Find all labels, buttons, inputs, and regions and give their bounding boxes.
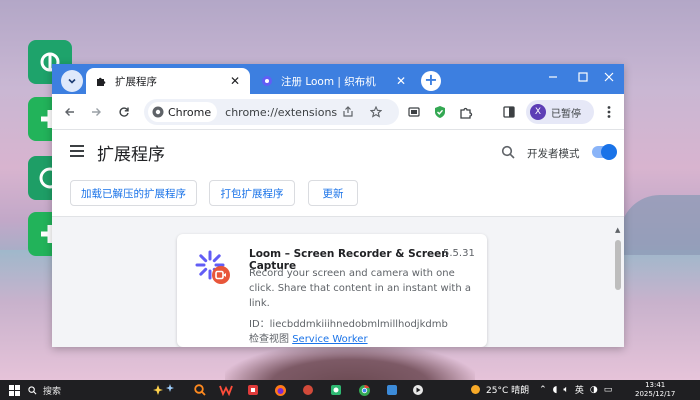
tab-bar: 扩展程序 ✕ 注册 Loom | 织布机 ✕ + — [52, 64, 624, 94]
chrome-icon[interactable] — [356, 382, 372, 398]
inspect-views-label: 检查视图 — [249, 334, 289, 345]
windows-start-icon[interactable] — [6, 382, 22, 398]
profile-button[interactable]: X 已暂停 — [526, 100, 594, 124]
weather-sun-icon — [471, 385, 480, 394]
toggle-knob — [601, 144, 617, 160]
app-icon[interactable] — [245, 382, 261, 398]
app-icon[interactable] — [410, 382, 426, 398]
tab-title: 扩展程序 — [115, 75, 157, 88]
tab-title: 注册 Loom | 织布机 — [281, 75, 376, 88]
system-tray: 25°C 晴朗 ⌃ ◖ 🔈︎ 英 ◑ ▭ — [470, 383, 612, 396]
inspect-views: 检查视图 Service Worker — [249, 330, 368, 345]
clock-date: 2025/12/17 — [635, 390, 676, 398]
side-panel-icon[interactable] — [500, 103, 518, 121]
more-menu-icon[interactable] — [600, 103, 618, 121]
ime-mode-icon[interactable]: ◑ — [590, 385, 598, 395]
wallpaper-hill — [620, 195, 700, 255]
loom-logo-icon — [195, 250, 230, 284]
maximize-icon — [578, 72, 588, 82]
search-icon — [28, 385, 37, 394]
service-worker-link[interactable]: Service Worker — [292, 334, 367, 345]
extension-card: Loom – Screen Recorder & Screen Capture … — [177, 234, 487, 347]
close-icon[interactable]: ✕ — [394, 74, 408, 88]
tab-search-button[interactable] — [61, 70, 83, 92]
minimize-button[interactable] — [538, 66, 568, 88]
puzzle-icon — [94, 74, 108, 88]
extension-id: ID：liecbddmkiiihnedobmlmillhodjkdmb — [249, 319, 448, 330]
site-chip-label: Chrome — [168, 105, 212, 119]
arrow-right-icon — [92, 108, 101, 116]
battery-icon[interactable]: ▭ — [604, 385, 613, 395]
taskbar-search-label: 搜索 — [43, 386, 62, 397]
minimize-icon — [549, 76, 557, 78]
close-icon[interactable]: ✕ — [228, 74, 242, 88]
site-chip[interactable]: Chrome — [148, 102, 218, 122]
weather-text[interactable]: 25°C 晴朗 — [486, 383, 529, 396]
search-icon[interactable] — [501, 145, 515, 159]
scroll-up-arrow[interactable]: ▲ — [615, 226, 620, 234]
chrome-icon — [152, 106, 164, 118]
back-button[interactable] — [60, 102, 80, 122]
url-text: chrome://extensions — [225, 105, 338, 119]
browser-window: 扩展程序 ✕ 注册 Loom | 织布机 ✕ + Chrome chrome:/… — [52, 64, 624, 347]
reload-button[interactable] — [114, 102, 134, 122]
wps-icon[interactable] — [218, 382, 234, 398]
search-app-icon[interactable] — [192, 382, 208, 398]
page-title: 扩展程序 — [97, 145, 165, 165]
chevron-down-icon — [68, 78, 76, 84]
app-icon[interactable] — [328, 382, 344, 398]
arrow-left-icon — [65, 108, 74, 116]
extension-version: 5.5.31 — [443, 248, 475, 259]
clock-time: 13:41 — [645, 381, 666, 389]
firefox-icon[interactable] — [272, 382, 288, 398]
widgets-icon[interactable] — [150, 382, 180, 398]
reload-icon — [119, 107, 129, 117]
network-icon[interactable]: ◖ — [553, 385, 558, 395]
browser-toolbar: Chrome chrome://extensions X 已暂停 — [52, 94, 624, 130]
taskbar: 搜索 25°C 晴朗 ⌃ ◖ 🔈︎ 英 ◑ ▭ 13:41 2025/12/17 — [0, 380, 700, 400]
close-icon — [604, 72, 614, 82]
tab-loom[interactable]: 注册 Loom | 织布机 ✕ — [252, 68, 416, 94]
share-icon[interactable] — [340, 104, 356, 120]
extension-description: Record your screen and camera with one c… — [249, 268, 471, 309]
taskbar-clock[interactable]: 13:41 2025/12/17 — [635, 381, 675, 399]
taskbar-search[interactable]: 搜索 — [28, 382, 138, 398]
tab-extensions[interactable]: 扩展程序 ✕ — [86, 68, 250, 94]
new-tab-button[interactable]: + — [421, 71, 441, 91]
avatar: X — [530, 104, 546, 120]
forward-button[interactable] — [86, 102, 106, 122]
omnibox[interactable]: Chrome chrome://extensions — [144, 99, 399, 125]
menu-icon[interactable] — [70, 145, 84, 157]
extensions-puzzle-icon[interactable] — [457, 103, 475, 121]
app-icon[interactable] — [384, 382, 400, 398]
update-button[interactable]: 更新 — [308, 180, 358, 206]
app-icon[interactable] — [300, 382, 316, 398]
chevron-up-icon[interactable]: ⌃ — [539, 385, 547, 395]
ime-language-label[interactable]: 英 — [575, 383, 584, 396]
volume-icon[interactable]: 🔈︎ — [563, 385, 568, 395]
profile-status: 已暂停 — [551, 108, 581, 120]
load-unpacked-button[interactable]: 加载已解压的扩展程序 — [70, 180, 197, 206]
pack-extension-button[interactable]: 打包扩展程序 — [209, 180, 295, 206]
scrollbar-thumb[interactable] — [615, 240, 621, 290]
loom-icon — [260, 74, 274, 88]
shield-icon[interactable] — [431, 103, 449, 121]
developer-mode-toggle[interactable] — [592, 144, 617, 160]
close-window-button[interactable] — [594, 66, 624, 88]
developer-mode-label: 开发者模式 — [527, 148, 580, 160]
scrollbar[interactable]: ▲ — [612, 226, 624, 347]
extension-loom-icon[interactable] — [405, 103, 423, 121]
bookmark-star-icon[interactable] — [368, 104, 384, 120]
wallpaper-tree — [225, 345, 475, 385]
